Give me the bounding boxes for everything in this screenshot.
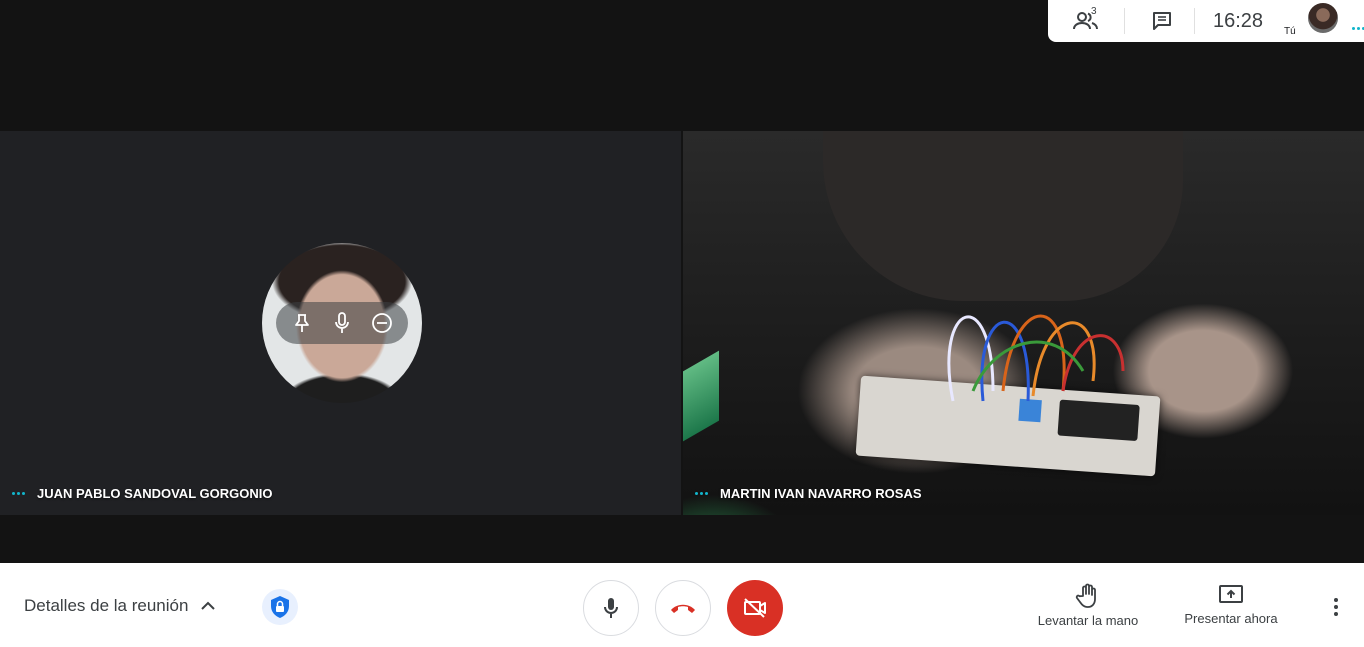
hang-up-icon <box>671 604 695 613</box>
video-feed-wires <box>947 314 1125 402</box>
participant-name-text: MARTIN IVAN NAVARRO ROSAS <box>720 486 922 501</box>
participant-name-text: JUAN PABLO SANDOVAL GORGONIO <box>37 486 273 501</box>
participants-count: 3 <box>1091 6 1097 17</box>
raise-hand-button[interactable]: Levantar la mano <box>1034 583 1142 628</box>
divider <box>1124 8 1125 34</box>
mic-icon <box>604 598 618 618</box>
chat-icon <box>1153 12 1171 30</box>
shield-lock-icon <box>271 596 289 618</box>
speaking-indicator <box>695 492 708 495</box>
leave-call-button[interactable] <box>655 580 711 636</box>
bottom-toolbar: Detalles de la reunión Levantar la mano … <box>0 563 1364 647</box>
camera-off-icon <box>744 598 766 618</box>
remove-icon[interactable] <box>369 310 395 336</box>
pin-icon[interactable] <box>289 310 315 336</box>
tile-controls <box>276 302 408 344</box>
self-view[interactable]: Tú <box>1280 0 1364 42</box>
host-controls-button[interactable] <box>262 589 298 625</box>
camera-button[interactable] <box>727 580 783 636</box>
meeting-info-card: 3 16:28 Tú <box>1048 0 1364 42</box>
hand-icon <box>1075 583 1096 608</box>
present-now-label: Presentar ahora <box>1184 611 1278 626</box>
self-avatar <box>1308 3 1338 33</box>
chat-button[interactable] <box>1144 0 1180 42</box>
speaking-indicator <box>12 492 25 495</box>
present-screen-icon <box>1219 585 1243 603</box>
chevron-up-icon <box>201 601 216 610</box>
video-feed-shape <box>683 350 719 442</box>
participants-button[interactable]: 3 <box>1068 0 1104 42</box>
more-vert-icon <box>1334 598 1338 616</box>
participant-tile[interactable]: JUAN PABLO SANDOVAL GORGONIO <box>0 131 681 515</box>
clock: 16:28 <box>1212 9 1264 32</box>
present-now-button[interactable]: Presentar ahora <box>1178 583 1284 626</box>
divider <box>1194 8 1195 34</box>
more-options-button[interactable] <box>1322 593 1350 621</box>
self-label: Tú <box>1284 26 1296 37</box>
participant-name: JUAN PABLO SANDOVAL GORGONIO <box>12 486 272 501</box>
participant-name: MARTIN IVAN NAVARRO ROSAS <box>695 486 922 501</box>
participant-tile[interactable]: MARTIN IVAN NAVARRO ROSAS <box>683 131 1364 515</box>
mic-icon[interactable] <box>329 310 355 336</box>
speaking-indicator <box>1352 27 1364 30</box>
raise-hand-label: Levantar la mano <box>1037 613 1139 628</box>
meeting-details-button[interactable]: Detalles de la reunión <box>24 596 216 616</box>
microphone-button[interactable] <box>583 580 639 636</box>
meeting-details-label: Detalles de la reunión <box>24 596 189 615</box>
video-feed-shape <box>823 131 1183 301</box>
